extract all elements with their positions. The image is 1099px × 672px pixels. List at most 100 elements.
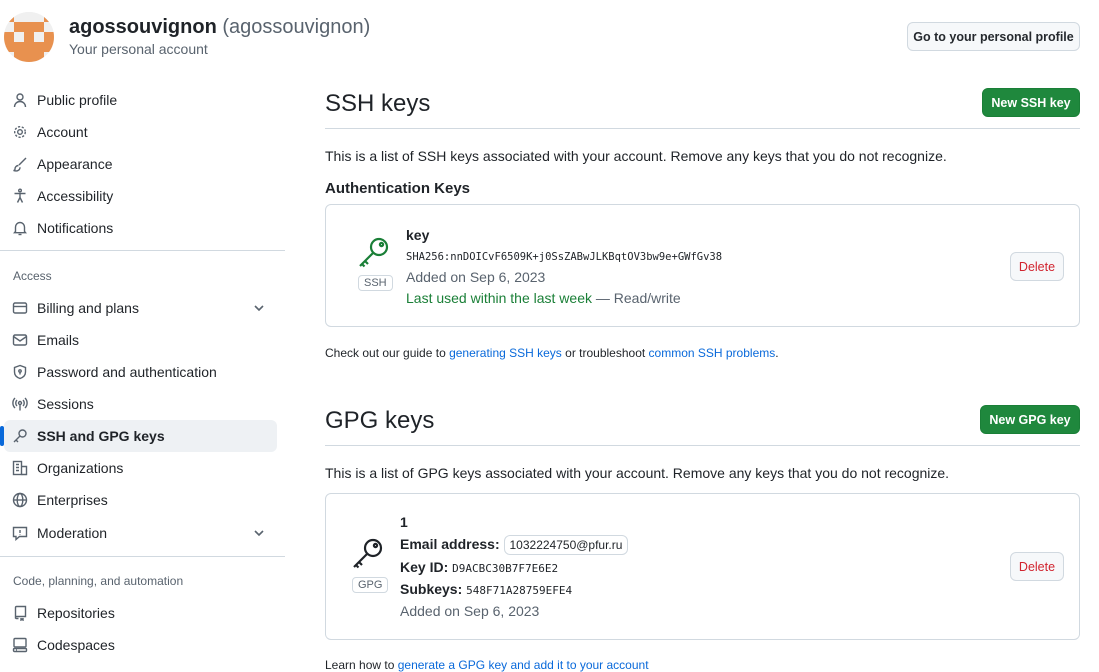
gpg-heading-divider [325,445,1080,446]
sidebar-item-organizations[interactable]: Organizations [4,452,277,484]
sidebar-section-code: Code, planning, and automation [13,574,184,588]
broadcast-icon [12,396,28,412]
ssh-key-last-used: Last used within the last week [406,290,592,306]
key-icon [353,538,383,569]
sidebar-divider [0,556,285,557]
chevron-down-icon[interactable] [251,525,267,541]
sidebar-item-appearance[interactable]: Appearance [4,148,277,180]
account-name-text: agossouvignon [69,16,217,38]
gpg-key-added: Added on Sep 6, 2023 [400,603,540,619]
paintbrush-icon [12,156,28,172]
gpg-subkeys-value: 548F71A28759EFE4 [466,584,573,597]
sidebar-item-notifications[interactable]: Notifications [4,212,277,244]
sidebar-item-label: Organizations [37,460,124,476]
bell-icon [12,220,28,236]
gpg-subkeys-label: Subkeys: [400,581,463,597]
report-icon [12,525,28,541]
codespaces-icon [12,637,28,653]
mail-icon [12,332,28,348]
account-login: (agossouvignon) [222,16,371,38]
sidebar-item-label: Accessibility [37,188,114,204]
sidebar-item-billing[interactable]: Billing and plans [4,292,277,324]
ssh-key-card: SSH key SHA256:nnDOICvF6509K+j0SsZABwJLK… [325,204,1080,327]
accessibility-icon [12,188,28,204]
gpg-description: This is a list of GPG keys associated wi… [325,465,950,481]
shield-lock-icon [12,364,28,380]
gpg-learn-prefix: Learn how to [325,658,398,672]
ssh-key-added: Added on Sep 6, 2023 [406,269,546,285]
sidebar-item-label: Account [37,124,88,140]
common-ssh-problems-link[interactable]: common SSH problems [649,346,776,360]
sidebar-item-emails[interactable]: Emails [4,324,277,356]
ssh-guide-text: Check out our guide to generating SSH ke… [325,346,779,360]
sidebar-item-repositories[interactable]: Repositories [4,597,277,629]
gpg-email-label: Email address: [400,536,500,552]
gpg-email-value: 1032224750@pfur.ru [503,535,629,555]
gpg-learn-text: Learn how to generate a GPG key and add … [325,658,649,672]
sidebar-item-label: Sessions [37,396,94,412]
sidebar-item-label: Moderation [37,525,108,541]
gpg-badge: GPG [352,577,389,593]
generating-ssh-keys-link[interactable]: generating SSH keys [449,346,562,360]
avatar[interactable] [4,12,54,62]
ssh-badge: SSH [358,275,393,291]
sidebar-item-label: Password and authentication [37,364,217,380]
sidebar-divider [0,250,285,251]
new-gpg-key-button[interactable]: New GPG key [980,405,1080,434]
gpg-keyid-label: Key ID: [400,559,449,575]
sidebar-item-password-auth[interactable]: Password and authentication [4,356,277,388]
key-icon [359,237,389,268]
sidebar-item-enterprises[interactable]: Enterprises [4,484,277,516]
gpg-key-id-row: Key ID: D9ACBC30B7F7E6E2 [400,559,558,575]
ssh-key-usage: Last used within the last week — Read/wr… [406,290,681,306]
sidebar-item-moderation[interactable]: Moderation [4,517,277,549]
sidebar-item-label: Public profile [37,92,118,108]
gpg-keyid-value: D9ACBC30B7F7E6E2 [452,562,559,575]
sidebar-item-codespaces[interactable]: Codespaces [4,629,277,661]
delete-ssh-key-button[interactable]: Delete [1010,252,1064,281]
key-icon [12,428,28,444]
sidebar-item-sessions[interactable]: Sessions [4,388,277,420]
globe-icon [12,492,28,508]
personal-profile-button[interactable]: Go to your personal profile [907,22,1080,51]
repo-icon [12,605,28,621]
gpg-subkeys-row: Subkeys: 548F71A28759EFE4 [400,581,572,597]
ssh-key-fingerprint: SHA256:nnDOICvF6509K+j0SsZABwJLKBqtOV3bw… [406,251,723,263]
sidebar-item-accessibility[interactable]: Accessibility [4,180,277,212]
ssh-guide-prefix: Check out our guide to [325,346,450,360]
account-subtitle: Your personal account [69,41,208,57]
sidebar-item-public-profile[interactable]: Public profile [4,84,277,116]
ssh-guide-suffix: . [775,346,779,360]
sidebar-item-label: Codespaces [37,637,115,653]
new-ssh-key-button[interactable]: New SSH key [982,88,1080,117]
chevron-down-icon[interactable] [251,300,267,316]
sidebar-item-label: SSH and GPG keys [37,428,165,444]
generate-gpg-key-link[interactable]: generate a GPG key and add it to your ac… [398,658,649,672]
gpg-key-card: GPG 1 Email address: 1032224750@pfur.ru … [325,493,1080,640]
organization-icon [12,460,28,476]
sidebar-item-label: Repositories [37,605,115,621]
ssh-heading-divider [325,128,1080,129]
sidebar-item-account[interactable]: Account [4,116,277,148]
ssh-key-access: — Read/write [592,290,681,306]
gpg-key-email-row: Email address: 1032224750@pfur.ru [400,535,629,555]
sidebar-item-label: Enterprises [37,492,108,508]
ssh-description: This is a list of SSH keys associated wi… [325,148,947,164]
sidebar-item-label: Emails [37,332,80,348]
credit-card-icon [12,300,28,316]
sidebar-section-access: Access [13,269,52,283]
gpg-key-name: 1 [400,514,408,530]
authentication-keys-heading: Authentication Keys [325,180,471,197]
account-name: agossouvignon (agossouvignon) [69,16,370,39]
delete-gpg-key-button[interactable]: Delete [1010,552,1064,581]
ssh-keys-heading: SSH keys [325,90,431,117]
sidebar-item-label: Appearance [37,156,113,172]
person-icon [12,92,28,108]
gear-icon [12,124,28,140]
gpg-keys-heading: GPG keys [325,407,435,434]
ssh-key-name: key [406,227,430,243]
sidebar-item-label: Notifications [37,220,114,236]
sidebar-item-label: Billing and plans [37,300,139,316]
ssh-guide-mid: or troubleshoot [561,346,649,360]
sidebar-item-ssh-gpg-keys[interactable]: SSH and GPG keys [0,420,277,452]
